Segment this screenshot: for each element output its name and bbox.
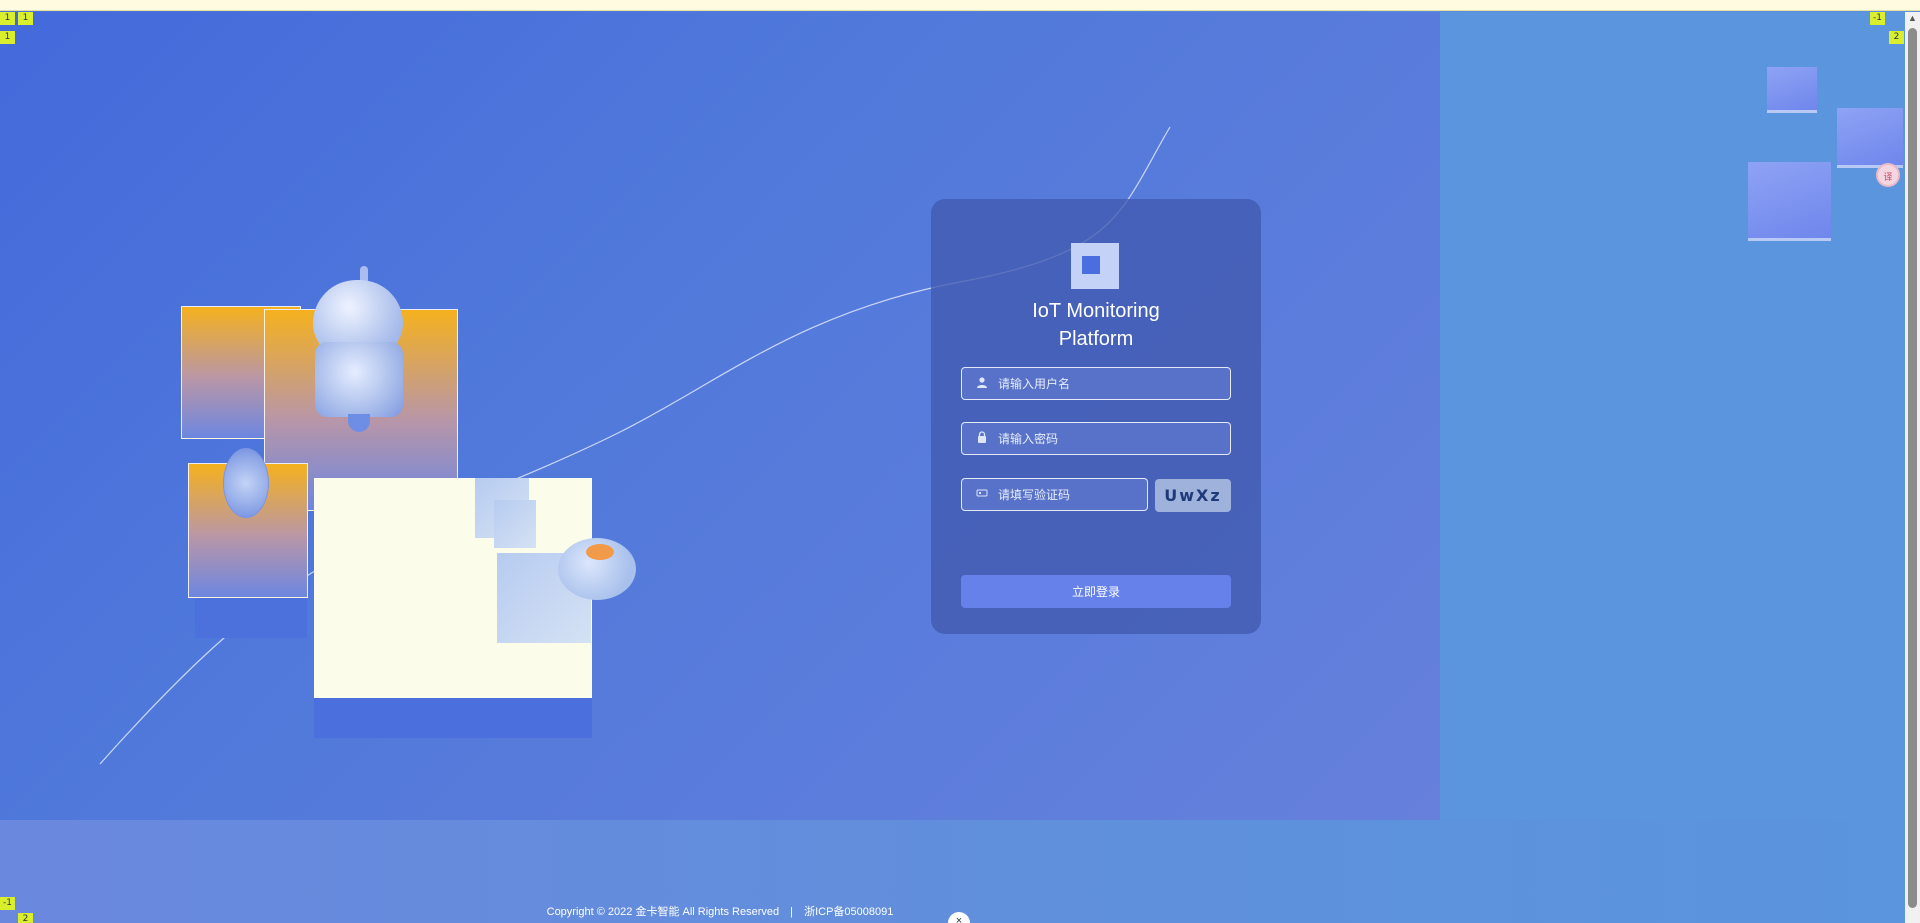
robot-body — [315, 342, 403, 417]
marker-bottom-left-b: 2 — [18, 913, 33, 923]
password-input[interactable] — [998, 423, 1218, 454]
floating-square-medium — [1837, 108, 1903, 168]
board-shadow — [314, 698, 592, 738]
square-logo-icon — [1071, 243, 1119, 289]
page-scrollbar-thumb[interactable] — [1908, 28, 1917, 908]
floating-square-large — [1748, 162, 1831, 241]
platform-title: IoT Monitoring Platform — [931, 297, 1261, 353]
footer-copyright: Copyright © 2022 金卡智能 All Rights Reserve… — [546, 906, 780, 918]
marker-top-left-a2: 1 — [18, 12, 33, 25]
board-tile-b — [494, 500, 536, 548]
captcha-icon — [974, 487, 990, 503]
captcha-image[interactable]: UwXz — [1155, 479, 1231, 512]
platform-title-line1: IoT Monitoring — [1032, 300, 1160, 322]
marker-top-right-b: 2 — [1889, 31, 1904, 44]
username-field[interactable] — [961, 367, 1231, 400]
password-field[interactable] — [961, 422, 1231, 455]
illustration-orb — [223, 448, 269, 518]
lock-icon — [974, 431, 990, 447]
user-icon — [974, 376, 990, 392]
footer: Copyright © 2022 金卡智能 All Rights Reserve… — [0, 903, 1440, 919]
footer-separator: | — [790, 906, 794, 918]
marker-bottom-left-a: -1 — [0, 897, 15, 910]
platform-title-line2: Platform — [1058, 328, 1134, 350]
username-input[interactable] — [998, 368, 1218, 399]
footer-icp-link[interactable]: 浙ICP备05008091 — [804, 906, 893, 918]
login-card: IoT Monitoring Platform — [931, 199, 1261, 634]
scroll-up-arrow[interactable]: ▲ — [1908, 14, 1917, 23]
illustration-shadow — [195, 598, 307, 638]
login-button[interactable]: 立即登录 — [961, 575, 1231, 608]
marker-top-left-a: 1 — [0, 12, 15, 25]
marker-top-right-a: -1 — [1870, 12, 1885, 25]
captcha-field[interactable] — [961, 478, 1218, 511]
right-background-pane — [1440, 12, 1905, 820]
page-top-rule — [0, 0, 1920, 11]
translate-button[interactable]: 译 — [1876, 163, 1900, 187]
marker-top-left-b: 1 — [0, 31, 15, 44]
illustration-bowl-dot — [586, 544, 614, 560]
logo-inner-square — [1082, 256, 1100, 274]
floating-square-small — [1767, 67, 1817, 113]
